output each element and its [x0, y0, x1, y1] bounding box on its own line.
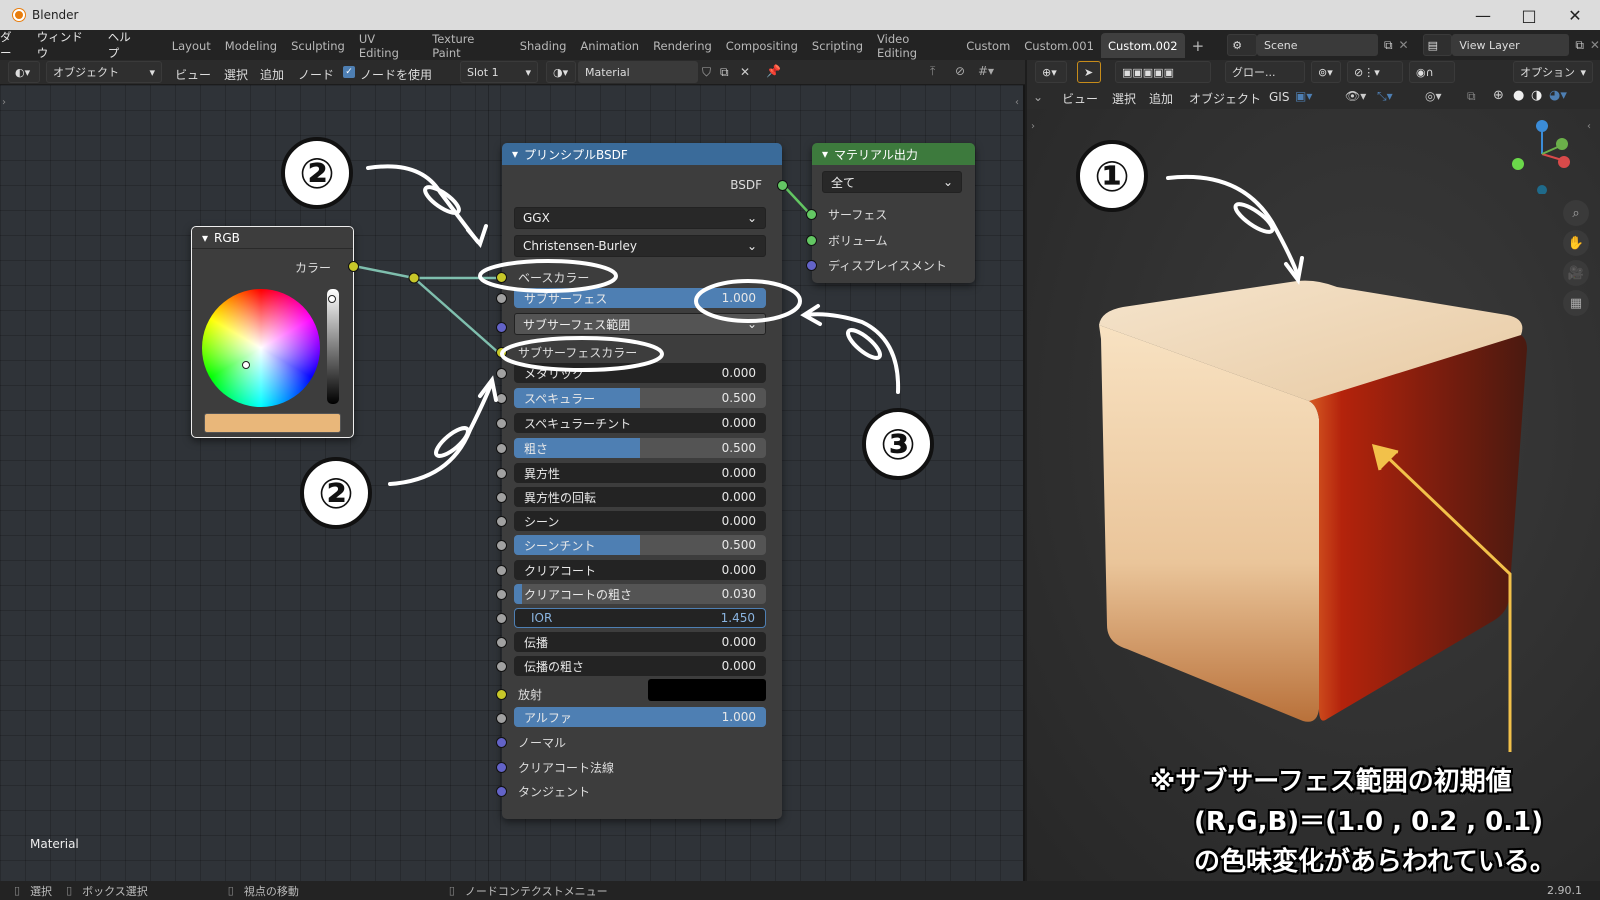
arrow-1 [1166, 175, 1300, 278]
note-line-1: ※サブサーフェス範囲の初期値 [1150, 767, 1512, 797]
status-bar: ▯ 選択 ▯ ボックス選択 ▯ 視点の移動 ▯ ノードコンテクストメニュー 2.… [0, 881, 1600, 900]
highlight-base-color [478, 259, 618, 293]
version-label: 2.90.1 [1547, 884, 1582, 897]
note-line-3: の色味変化があらわれている。 [1194, 847, 1556, 877]
arrow-note [1380, 450, 1512, 752]
highlight-subsurface-color [500, 336, 664, 372]
status-move-view: 視点の移動 [243, 884, 299, 898]
annotation-note: ※サブサーフェス範囲の初期値 (R,G,B)＝(1.0 , 0.2 , 0.1)… [1150, 762, 1556, 882]
annotation-1: ① [1076, 140, 1148, 212]
annotation-2-bottom: ② [300, 457, 372, 529]
arrow-2-top [366, 164, 480, 244]
annotation-2-top: ② [281, 137, 353, 209]
annotation-3: ③ [862, 408, 934, 480]
mouse-left-drag-icon: ▯ [66, 884, 73, 897]
status-select: 選択 [30, 884, 53, 898]
mouse-right-icon: ▯ [448, 884, 455, 897]
mouse-middle-icon: ▯ [227, 884, 234, 897]
arrowhead-2-top [466, 224, 488, 248]
note-line-2: (R,G,B)＝(1.0 , 0.2 , 0.1) [1194, 807, 1544, 837]
mouse-left-icon: ▯ [14, 884, 21, 897]
status-context-menu: ノードコンテクストメニュー [464, 884, 608, 898]
highlight-subsurface-value [694, 279, 802, 323]
status-box-select: ボックス選択 [82, 884, 148, 898]
arrow-2-bottom [388, 380, 494, 486]
